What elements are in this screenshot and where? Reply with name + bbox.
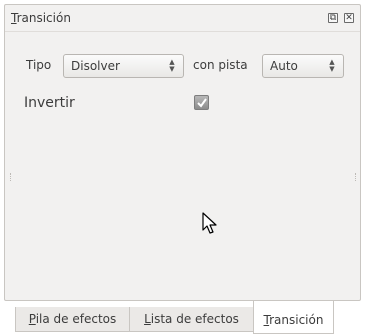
- close-icon[interactable]: ✕: [344, 13, 354, 23]
- check-icon: [197, 98, 207, 108]
- left-resize-grip[interactable]: [10, 173, 13, 181]
- track-combobox-value: Auto: [270, 59, 298, 73]
- panel-titlebar: Transición ⧉ ✕: [5, 5, 360, 32]
- float-window-icon[interactable]: ⧉: [328, 13, 338, 23]
- tipo-combobox[interactable]: Disolver ▲ ▼: [63, 54, 184, 78]
- mouse-pointer-icon: [202, 212, 217, 234]
- tipo-combobox-value: Disolver: [71, 59, 120, 73]
- spinner-arrows-icon: ▲ ▼: [329, 58, 335, 73]
- tipo-label: Tipo: [26, 58, 52, 72]
- invert-label: Invertir: [24, 95, 75, 111]
- track-combobox[interactable]: Auto ▲ ▼: [262, 54, 344, 78]
- spinner-arrows-icon: ▲ ▼: [169, 58, 175, 73]
- tab-label: Pila de efectos: [28, 312, 117, 326]
- right-resize-grip[interactable]: [355, 173, 358, 181]
- invert-checkbox[interactable]: [194, 95, 209, 110]
- panel-title: Transición: [11, 11, 71, 25]
- tab-label: Lista de efectos: [144, 312, 239, 326]
- track-label: con pista: [193, 58, 248, 72]
- tab-label: Transición: [263, 313, 324, 327]
- tab-effect-stack[interactable]: Pila de efectos: [15, 307, 130, 332]
- transition-panel: Transición ⧉ ✕: [4, 4, 361, 301]
- tab-transition[interactable]: Transición: [253, 301, 334, 334]
- tab-effect-list[interactable]: Lista de efectos: [129, 307, 254, 332]
